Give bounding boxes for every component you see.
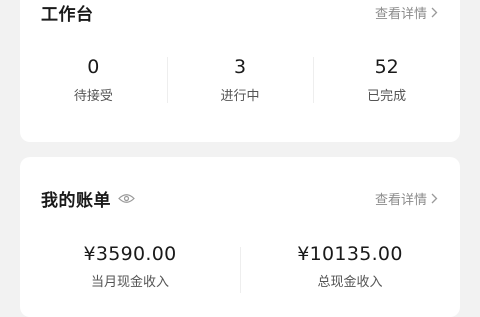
stat-in-progress-label: 进行中	[220, 89, 260, 104]
stat-pending-value: 0	[87, 56, 100, 78]
income-monthly-label: 当月现金收入	[90, 275, 169, 290]
task-stats: 0 待接受 3 进行中 52 已完成	[20, 55, 460, 115]
bill-title-row: 我的账单	[41, 186, 135, 211]
view-details-label: 查看详情	[374, 193, 427, 208]
stat-in-progress[interactable]: 3 进行中	[166, 55, 314, 115]
bill-view-details-link[interactable]: 查看详情	[375, 189, 438, 208]
chevron-right-icon	[431, 193, 438, 204]
view-details-label: 查看详情	[374, 7, 427, 22]
workbench-title: 工作台	[41, 5, 94, 25]
income-monthly-value: ¥3590.00	[83, 243, 177, 265]
income-summary: ¥3590.00 当月现金收入 ¥10135.00 总现金收入	[20, 241, 460, 311]
bill-card: 我的账单 查看详情 ¥3590.00 当月现金收入 ¥10135.00 总现金收…	[20, 157, 460, 317]
income-total-label: 总现金收入	[317, 275, 383, 290]
stat-completed-value: 52	[374, 56, 399, 78]
stat-pending-label: 待接受	[73, 89, 113, 104]
stat-in-progress-value: 3	[233, 56, 247, 78]
income-total-value: ¥10135.00	[297, 243, 403, 265]
stat-completed-label: 已完成	[367, 89, 407, 104]
income-total: ¥10135.00 总现金收入	[240, 241, 460, 311]
stat-completed[interactable]: 52 已完成	[313, 55, 460, 115]
chevron-right-icon	[431, 7, 438, 18]
income-monthly: ¥3590.00 当月现金收入	[20, 241, 240, 311]
bill-title: 我的账单	[41, 191, 111, 211]
stat-pending[interactable]: 0 待接受	[20, 55, 167, 115]
eye-icon[interactable]	[118, 193, 135, 204]
workbench-card: 工作台 查看详情 0 待接受 3 进行中 52 已完成	[20, 0, 460, 142]
workbench-view-details-link[interactable]: 查看详情	[375, 3, 438, 22]
